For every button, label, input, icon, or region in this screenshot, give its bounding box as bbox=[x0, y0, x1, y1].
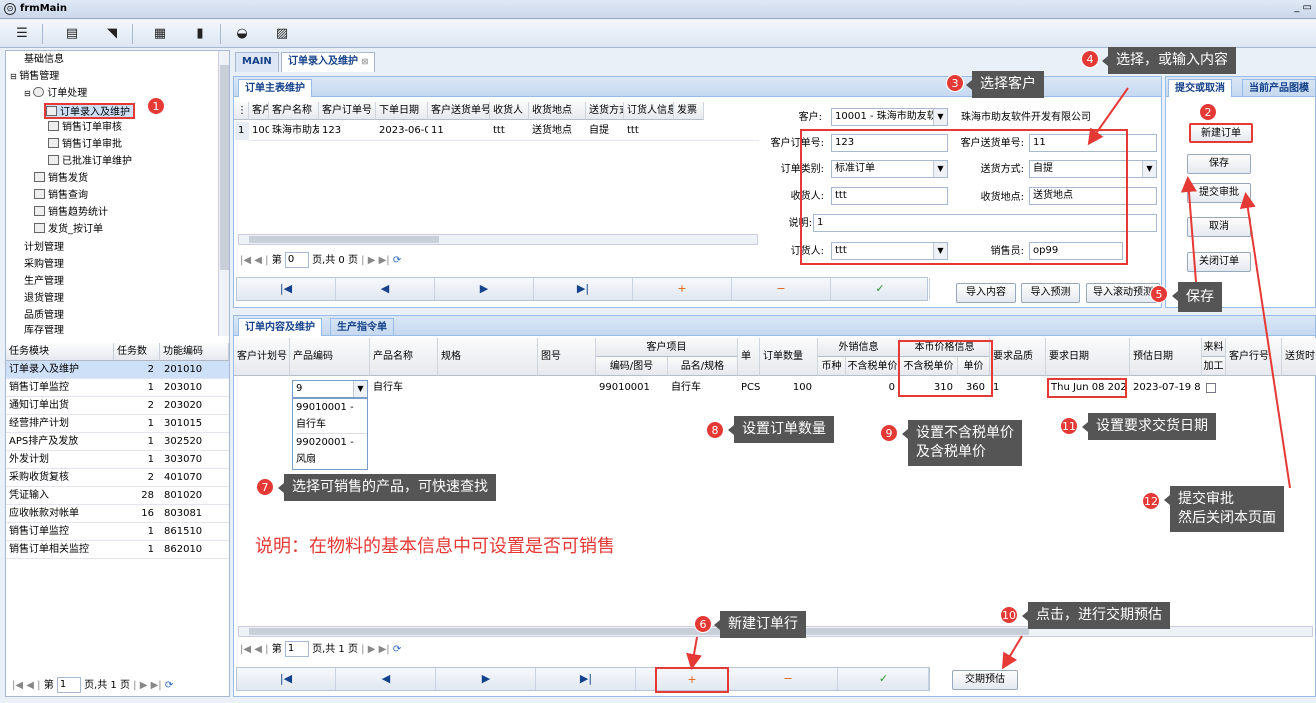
callout-badge-6: 6 bbox=[694, 615, 712, 633]
callout-set-price: 设置不含税单价 及含税单价 bbox=[902, 420, 1022, 466]
callout-select-customer: 选择客户 bbox=[966, 71, 1044, 98]
callout-badge-9: 9 bbox=[880, 424, 898, 442]
callout-select-product: 选择可销售的产品，可快速查找 bbox=[278, 474, 496, 501]
callout-badge-5: 5 bbox=[1150, 285, 1168, 303]
callout-set-qty: 设置订单数量 bbox=[728, 416, 834, 443]
callout-badge-10: 10 bbox=[1000, 606, 1018, 624]
callout-badge-2: 2 bbox=[1199, 103, 1217, 121]
callout-estimate: 点击，进行交期预估 bbox=[1022, 602, 1170, 629]
callout-set-date: 设置要求交货日期 bbox=[1082, 413, 1216, 440]
callout-submit-close: 提交审批 然后关闭本页面 bbox=[1164, 486, 1284, 532]
callout-badge-1: 1 bbox=[147, 97, 165, 115]
instruction-note: 说明：在物料的基本信息中可设置是否可销售 bbox=[255, 536, 615, 557]
annotation-arrows bbox=[686, 87, 1291, 670]
callout-badge-11: 11 bbox=[1060, 417, 1078, 435]
callout-new-line: 新建订单行 bbox=[714, 611, 806, 638]
callout-badge-7: 7 bbox=[256, 478, 274, 496]
callout-badge-3: 3 bbox=[946, 74, 964, 92]
callout-save: 保存 bbox=[1172, 282, 1222, 312]
callout-badge-8: 8 bbox=[706, 421, 724, 439]
callout-badge-12: 12 bbox=[1142, 492, 1160, 510]
callout-select-input: 选择，或输入内容 bbox=[1102, 47, 1236, 74]
callout-badge-4: 4 bbox=[1081, 50, 1099, 68]
